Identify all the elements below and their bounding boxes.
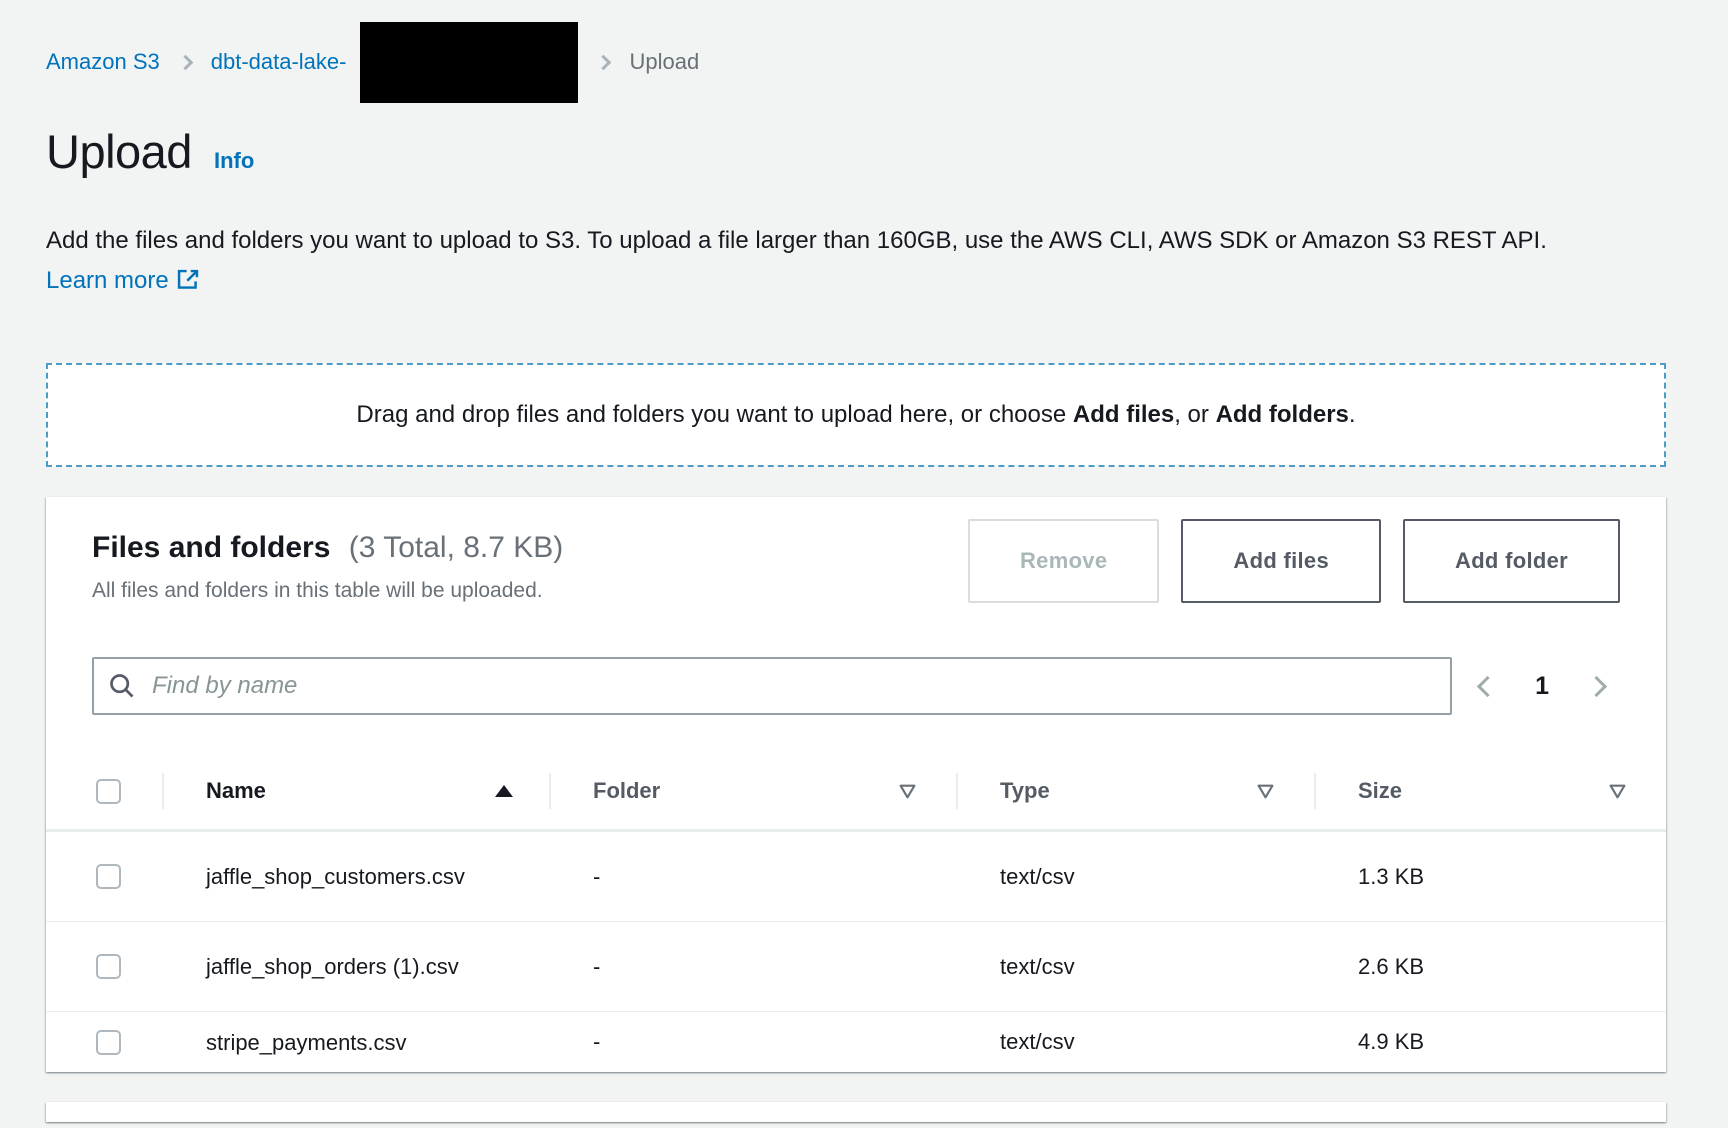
chevron-right-icon: [596, 54, 612, 70]
external-link-icon: [177, 269, 199, 291]
cell-size: 4.9 KB: [1314, 1029, 1666, 1055]
breadcrumb-amazon-s3[interactable]: Amazon S3: [46, 49, 160, 75]
current-page-number[interactable]: 1: [1535, 672, 1549, 701]
panel-count-summary: (3 Total, 8.7 KB): [349, 531, 564, 564]
redacted-bucket-name: [360, 22, 578, 103]
panel-heading: Files and folders (3 Total, 8.7 KB) All …: [92, 531, 563, 603]
column-header-name[interactable]: Name: [162, 753, 549, 829]
cell-type: text/csv: [956, 1029, 1314, 1055]
table-row: stripe_payments.csv - text/csv 4.9 KB: [46, 1011, 1666, 1072]
search-icon: [108, 672, 136, 700]
cell-name: jaffle_shop_orders (1).csv: [162, 948, 549, 985]
s3-upload-page: Amazon S3 dbt-data-lake- Upload Upload I…: [0, 0, 1728, 1128]
row-checkbox[interactable]: [96, 864, 121, 889]
next-page-button[interactable]: [1586, 675, 1607, 696]
panel-actions: Remove Add files Add folder: [968, 519, 1620, 603]
row-checkbox[interactable]: [96, 1030, 121, 1055]
column-label-folder: Folder: [593, 778, 660, 804]
cell-type: text/csv: [956, 864, 1314, 890]
info-link[interactable]: Info: [214, 148, 254, 174]
page-description: Add the files and folders you want to up…: [46, 221, 1658, 301]
cell-name: jaffle_shop_customers.csv: [162, 858, 549, 895]
add-files-button[interactable]: Add files: [1181, 519, 1381, 603]
pagination: 1: [1480, 672, 1620, 701]
column-header-folder[interactable]: Folder: [549, 753, 956, 829]
panel-subtitle: All files and folders in this table will…: [92, 579, 563, 603]
cell-size: 1.3 KB: [1314, 864, 1666, 890]
cell-name: stripe_payments.csv: [162, 1024, 549, 1061]
select-all-checkbox[interactable]: [96, 779, 121, 804]
description-text: Add the files and folders you want to up…: [46, 227, 1547, 254]
column-label-size: Size: [1358, 778, 1402, 804]
files-table: Name Folder Type Size: [46, 753, 1666, 1072]
breadcrumb: Amazon S3 dbt-data-lake- Upload: [46, 22, 1666, 102]
chevron-right-icon: [177, 54, 193, 70]
row-checkbox[interactable]: [96, 954, 121, 979]
column-label-type: Type: [1000, 778, 1050, 804]
breadcrumb-bucket[interactable]: dbt-data-lake-: [211, 49, 347, 75]
panel-title: Files and folders: [92, 531, 330, 564]
filter-icon[interactable]: [1609, 784, 1626, 799]
table-header-row: Name Folder Type Size: [46, 753, 1666, 831]
cell-folder: -: [549, 954, 956, 980]
column-header-type[interactable]: Type: [956, 753, 1314, 829]
next-panel-edge: [46, 1102, 1666, 1122]
previous-page-button[interactable]: [1477, 675, 1498, 696]
cell-size: 2.6 KB: [1314, 954, 1666, 980]
files-and-folders-panel: Files and folders (3 Total, 8.7 KB) All …: [46, 497, 1666, 1072]
add-folder-button[interactable]: Add folder: [1403, 519, 1620, 603]
remove-button[interactable]: Remove: [968, 519, 1159, 603]
drag-drop-zone[interactable]: Drag and drop files and folders you want…: [46, 363, 1666, 467]
search-input[interactable]: [92, 657, 1452, 715]
page-title: Upload: [46, 124, 192, 179]
table-row: jaffle_shop_customers.csv - text/csv 1.3…: [46, 831, 1666, 921]
learn-more-label: Learn more: [46, 267, 169, 294]
filter-icon[interactable]: [1257, 784, 1274, 799]
select-all-cell: [46, 753, 162, 829]
column-header-size[interactable]: Size: [1314, 753, 1666, 829]
filter-icon[interactable]: [899, 784, 916, 799]
search-box: [92, 657, 1452, 715]
learn-more-link[interactable]: Learn more: [46, 267, 199, 294]
cell-type: text/csv: [956, 954, 1314, 980]
cell-folder: -: [549, 1029, 956, 1055]
dropzone-text: Drag and drop files and folders you want…: [356, 401, 1355, 429]
cell-folder: -: [549, 864, 956, 890]
sort-ascending-icon: [495, 785, 513, 797]
breadcrumb-upload: Upload: [629, 49, 699, 75]
column-label-name: Name: [206, 778, 266, 804]
table-row: jaffle_shop_orders (1).csv - text/csv 2.…: [46, 921, 1666, 1011]
